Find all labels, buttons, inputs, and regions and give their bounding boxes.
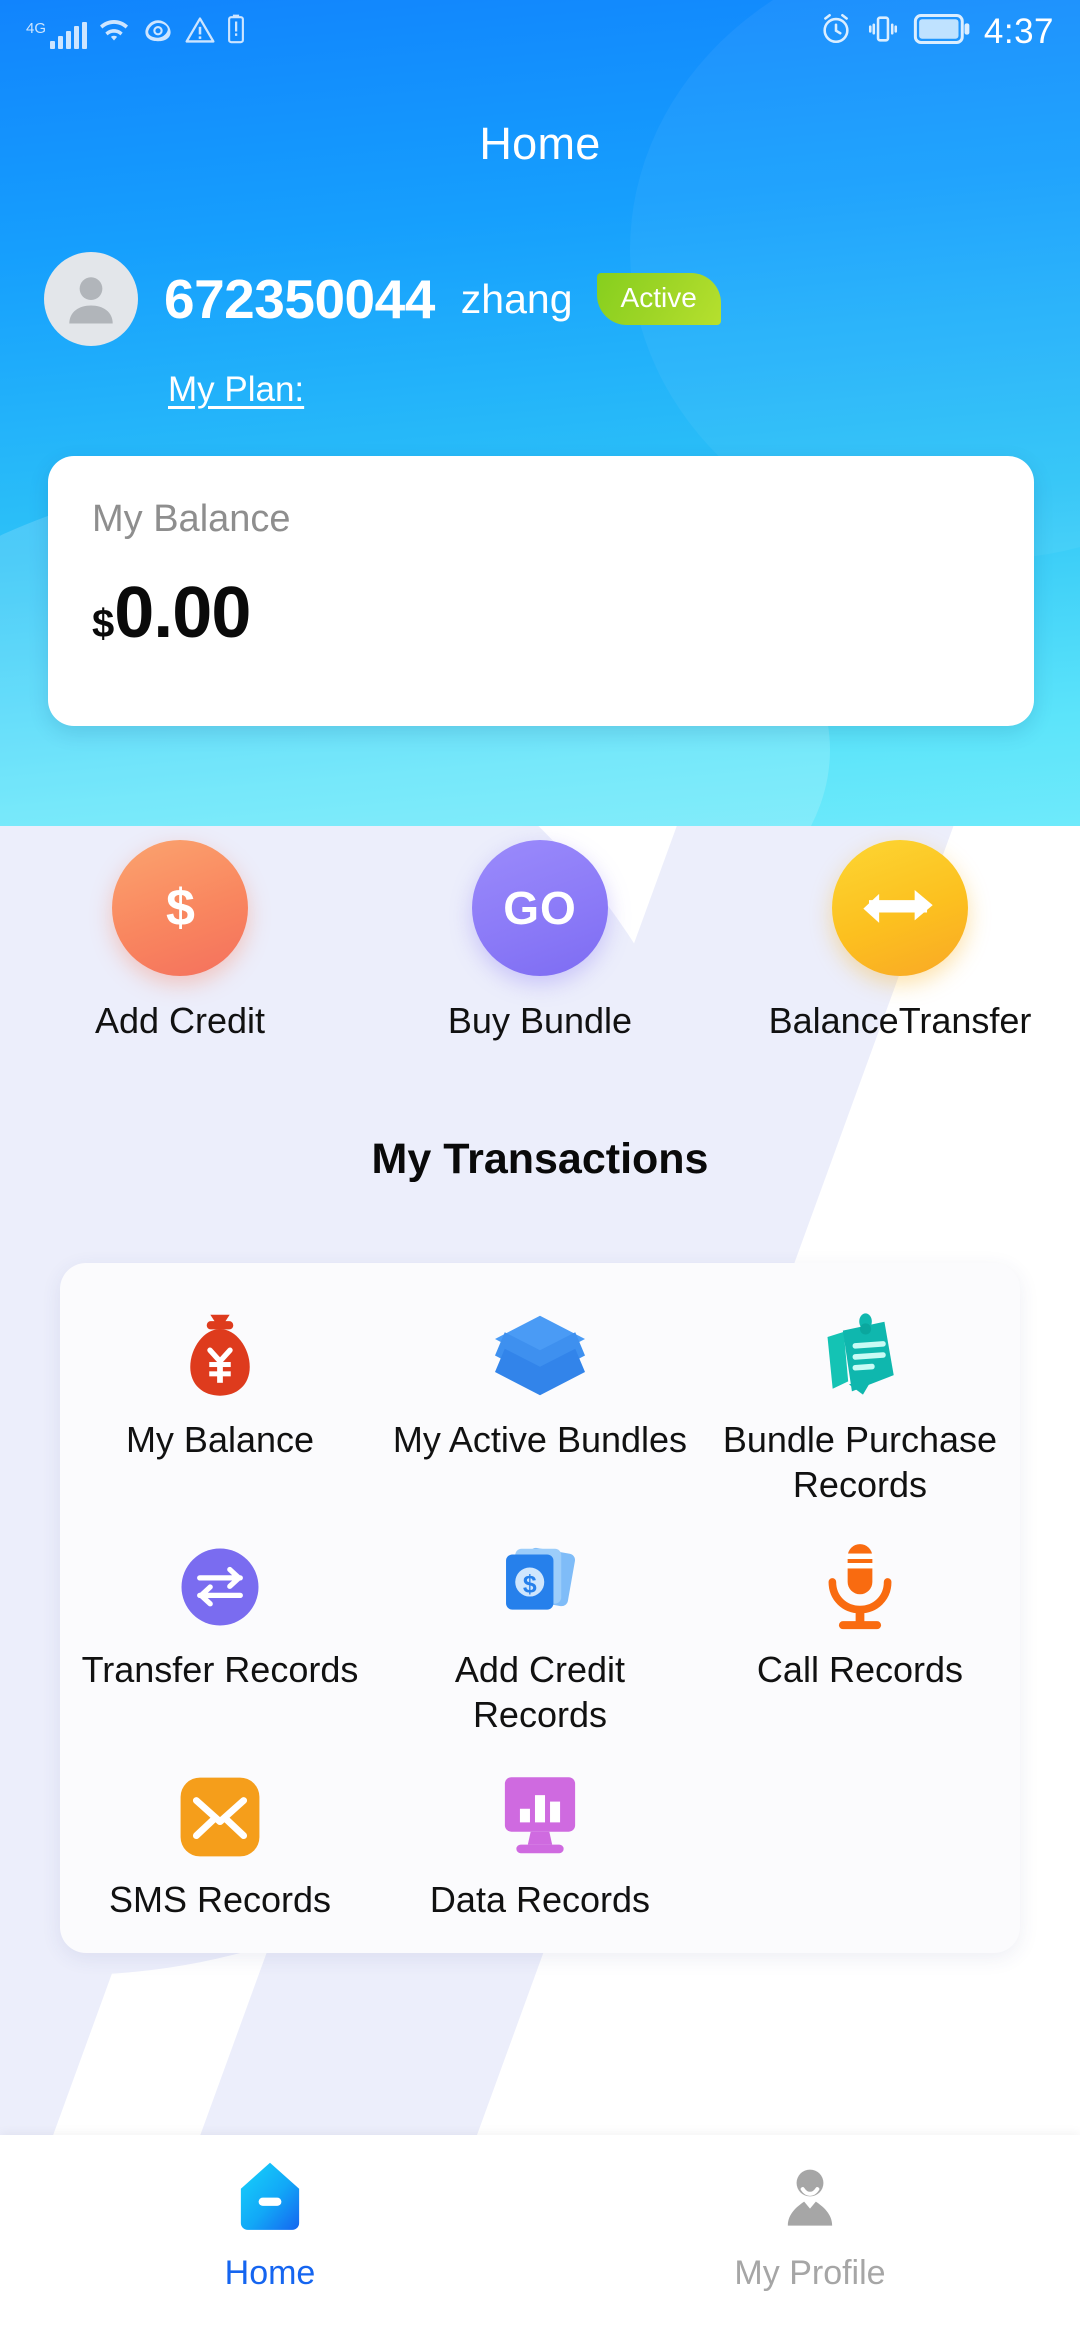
quick-action-label: BalanceTransfer xyxy=(768,1000,1032,1041)
transaction-item-transfer-records[interactable]: Transfer Records xyxy=(60,1515,380,1745)
quick-action-buy-bundle[interactable]: GO Buy Bundle xyxy=(360,840,720,1042)
quick-action-label: Buy Bundle xyxy=(447,1000,633,1041)
quick-actions: $ Add Credit GO Buy Bundle BalanceTransf… xyxy=(0,840,1080,1042)
svg-text:$: $ xyxy=(523,1572,537,1599)
account-name: zhang xyxy=(460,275,573,322)
balance-amount: $ 0.00 xyxy=(92,577,990,649)
dollar-sign-icon[interactable]: $ xyxy=(112,840,248,976)
layers-stack-icon xyxy=(491,1303,589,1411)
monitor-chart-icon xyxy=(497,1763,583,1871)
transaction-item-label: SMS Records xyxy=(108,1879,332,1920)
nav-tab-label: Home xyxy=(224,2254,316,2292)
battery-icon xyxy=(913,13,971,49)
transaction-item-label: My Balance xyxy=(125,1419,315,1460)
transaction-item-label: My Active Bundles xyxy=(392,1419,688,1460)
account-row[interactable]: 672350044 zhang Active xyxy=(44,252,721,346)
clipboard-notes-icon xyxy=(815,1303,905,1411)
page-title: Home xyxy=(479,118,601,169)
wifi-icon xyxy=(96,16,132,49)
envelope-icon xyxy=(177,1763,263,1871)
nav-tab-label: My Profile xyxy=(734,2254,886,2292)
transactions-card: My Balance My Active Bundles Bundle Purc… xyxy=(60,1263,1020,1953)
network-type-label: 4G xyxy=(26,19,47,37)
signal-bars-icon xyxy=(50,21,88,49)
clock-time: 4:37 xyxy=(983,11,1054,51)
money-cards-icon: $ xyxy=(494,1533,586,1641)
transaction-item-sms-records[interactable]: SMS Records xyxy=(60,1745,380,1975)
transaction-item-label: Call Records xyxy=(756,1649,963,1690)
exchange-circle-icon xyxy=(178,1533,262,1641)
person-icon xyxy=(775,2154,845,2240)
quick-action-label: Add Credit xyxy=(94,1000,266,1041)
transaction-item-call-records[interactable]: Call Records xyxy=(700,1515,1020,1745)
transfer-arrows-icon[interactable] xyxy=(832,840,968,976)
transaction-item-bundle-purchase-records[interactable]: Bundle Purchase Records xyxy=(700,1285,1020,1515)
hero-header: 4G 4:37 Home 672350044 zhang Active My P… xyxy=(0,0,1080,826)
transaction-item-label: Data Records xyxy=(429,1879,651,1920)
microphone-icon xyxy=(820,1533,900,1641)
bottom-navigation: Home My Profile xyxy=(0,2135,1080,2340)
account-number: 672350044 xyxy=(164,267,435,330)
balance-card[interactable]: My Balance $ 0.00 xyxy=(48,456,1034,726)
quick-action-add-credit[interactable]: $ Add Credit xyxy=(0,840,360,1042)
transaction-item-my-balance[interactable]: My Balance xyxy=(60,1285,380,1515)
balance-value: 0.00 xyxy=(114,573,251,653)
section-title-transactions: My Transactions xyxy=(371,1135,709,1183)
transaction-item-my-active-bundles[interactable]: My Active Bundles xyxy=(380,1285,700,1515)
status-bar: 4G 4:37 xyxy=(0,0,1080,62)
nav-tab-my-profile[interactable]: My Profile xyxy=(540,2135,1080,2340)
home-pin-icon xyxy=(235,2154,305,2240)
transaction-item-add-credit-records[interactable]: $ Add Credit Records xyxy=(380,1515,700,1745)
go-text-icon[interactable]: GO xyxy=(472,840,608,976)
alarm-icon xyxy=(819,12,853,51)
transaction-item-label: Add Credit Records xyxy=(454,1649,626,1735)
my-plan-link[interactable]: My Plan: xyxy=(168,370,304,410)
balance-label: My Balance xyxy=(92,498,291,540)
transaction-item-data-records[interactable]: Data Records xyxy=(380,1745,700,1975)
balance-currency: $ xyxy=(92,602,115,646)
app-root: 4G 4:37 Home 672350044 zhang Active My P… xyxy=(0,0,1080,2340)
transactions-grid: My Balance My Active Bundles Bundle Purc… xyxy=(60,1285,1020,1975)
user-avatar-icon[interactable] xyxy=(44,252,138,346)
warning-icon xyxy=(184,16,216,49)
battery-saver-icon xyxy=(225,14,247,49)
eye-care-icon xyxy=(141,16,175,49)
transaction-item-label: Bundle Purchase Records xyxy=(722,1419,998,1505)
quick-action-balance-transfer[interactable]: BalanceTransfer xyxy=(720,840,1080,1042)
money-bag-icon xyxy=(177,1303,263,1411)
status-badge: Active xyxy=(596,273,721,325)
transaction-item-label: Transfer Records xyxy=(81,1649,359,1690)
vibrate-icon xyxy=(866,12,900,51)
nav-tab-home[interactable]: Home xyxy=(0,2135,540,2340)
